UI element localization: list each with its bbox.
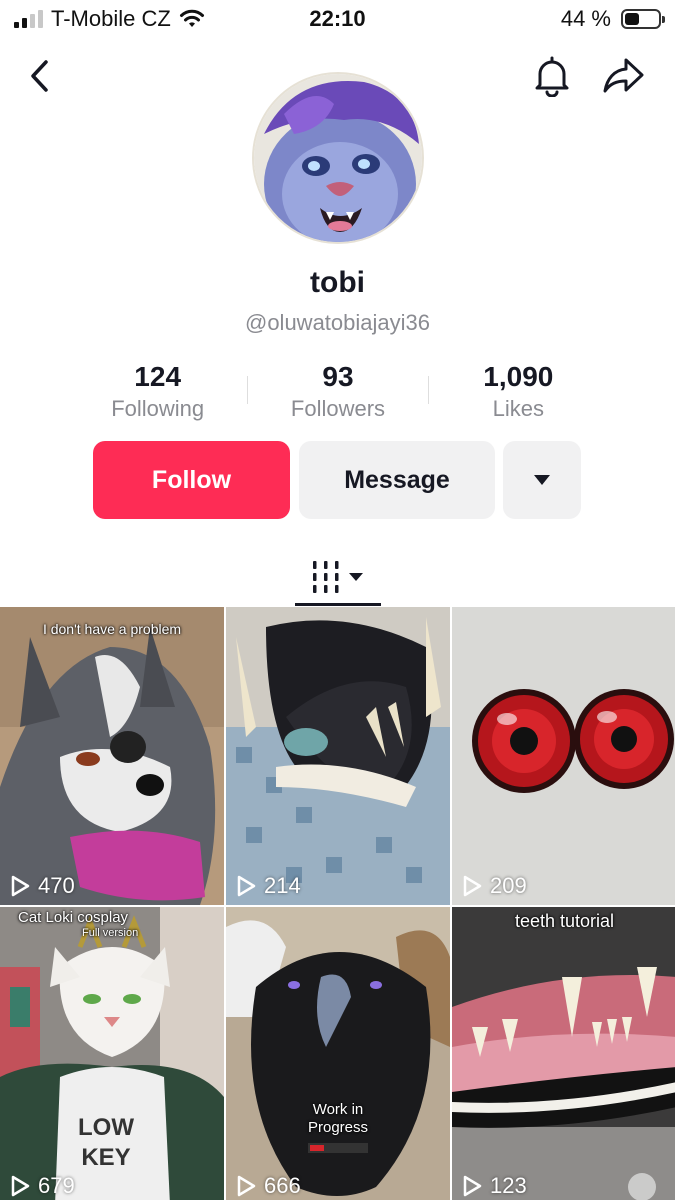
view-count: 666: [236, 1173, 301, 1199]
display-name: tobi: [310, 266, 365, 299]
video-thumbnail[interactable]: teeth tutorial 123: [452, 907, 675, 1200]
status-bar: T-Mobile CZ 22:10 44 %: [0, 0, 675, 40]
suggested-accounts-button[interactable]: [503, 441, 581, 519]
caret-down-icon: [534, 475, 550, 485]
back-button[interactable]: [16, 52, 64, 100]
battery-icon: [621, 9, 665, 29]
play-outline-icon: [463, 875, 482, 897]
video-overlay-text: Work in Progress: [307, 1101, 369, 1136]
view-count: 214: [236, 873, 301, 899]
video-caption: I don't have a problem: [42, 621, 182, 637]
video-thumbnail-image: [0, 607, 224, 905]
video-thumbnail-image: [452, 907, 675, 1200]
share-arrow-icon: [603, 58, 644, 93]
view-count-value: 209: [490, 873, 527, 898]
view-count-value: 123: [490, 1173, 527, 1198]
active-tab-indicator: [295, 603, 381, 606]
notifications-button[interactable]: [528, 52, 576, 100]
grid-columns-icon: [313, 561, 339, 593]
share-button[interactable]: [600, 52, 648, 100]
battery-fill: [625, 13, 640, 25]
video-thumbnail[interactable]: I don't have a problem 470: [0, 607, 224, 905]
stat-label: Likes: [492, 396, 544, 421]
tab-videos[interactable]: [295, 548, 381, 606]
video-thumbnail-image: [226, 607, 450, 905]
stat-label: Followers: [290, 396, 386, 421]
view-count-value: 470: [38, 873, 75, 898]
stat-followers[interactable]: 93 Followers: [248, 360, 427, 426]
stat-likes[interactable]: 1,090 Likes: [429, 360, 608, 426]
video-thumbnail[interactable]: Cat Loki cosplay Full version LOW KEY 67…: [0, 907, 224, 1200]
bell-icon: [535, 56, 569, 97]
video-thumbnail[interactable]: 214: [226, 607, 450, 905]
play-outline-icon: [11, 1175, 30, 1197]
stat-value: 124: [134, 361, 182, 392]
status-right: 44 %: [560, 6, 665, 32]
username-handle: @oluwatobiajayi36: [244, 310, 430, 335]
view-count-value: 666: [264, 1173, 301, 1198]
caret-down-icon: [349, 573, 363, 581]
play-outline-icon: [237, 1175, 256, 1197]
view-count: 209: [462, 873, 527, 899]
view-count: 123: [462, 1173, 527, 1199]
stat-label: Following: [111, 396, 205, 421]
video-thumbnail-image: [452, 607, 675, 905]
video-caption: Cat Loki cosplay: [18, 909, 129, 926]
message-button[interactable]: Message: [299, 441, 495, 519]
profile-stats: 124 Following 93 Followers 1,090 Likes: [68, 360, 608, 426]
avatar-image: [254, 74, 422, 242]
stat-value: 93: [322, 361, 354, 392]
battery-percent: 44 %: [560, 6, 611, 31]
follow-button[interactable]: Follow: [93, 441, 290, 519]
chevron-left-icon: [31, 60, 48, 92]
view-count: 470: [10, 873, 75, 899]
video-thumbnail[interactable]: 209: [452, 607, 675, 905]
video-thumbnail-image: [226, 907, 450, 1200]
play-outline-icon: [237, 875, 256, 897]
play-outline-icon: [11, 875, 30, 897]
video-caption: teeth tutorial: [514, 911, 615, 931]
avatar[interactable]: [252, 72, 424, 244]
view-count: 679: [10, 1173, 75, 1199]
view-count-value: 679: [38, 1173, 75, 1198]
stat-following[interactable]: 124 Following: [68, 360, 247, 426]
stat-value: 1,090: [483, 361, 554, 392]
shirt-text: LOW KEY: [78, 1114, 134, 1171]
video-grid: I don't have a problem 470 214 209 Cat L…: [0, 607, 675, 1200]
view-count-value: 214: [264, 873, 301, 898]
video-caption-secondary: Full version: [82, 927, 139, 939]
play-outline-icon: [463, 1175, 482, 1197]
video-thumbnail[interactable]: Work in Progress 666: [226, 907, 450, 1200]
